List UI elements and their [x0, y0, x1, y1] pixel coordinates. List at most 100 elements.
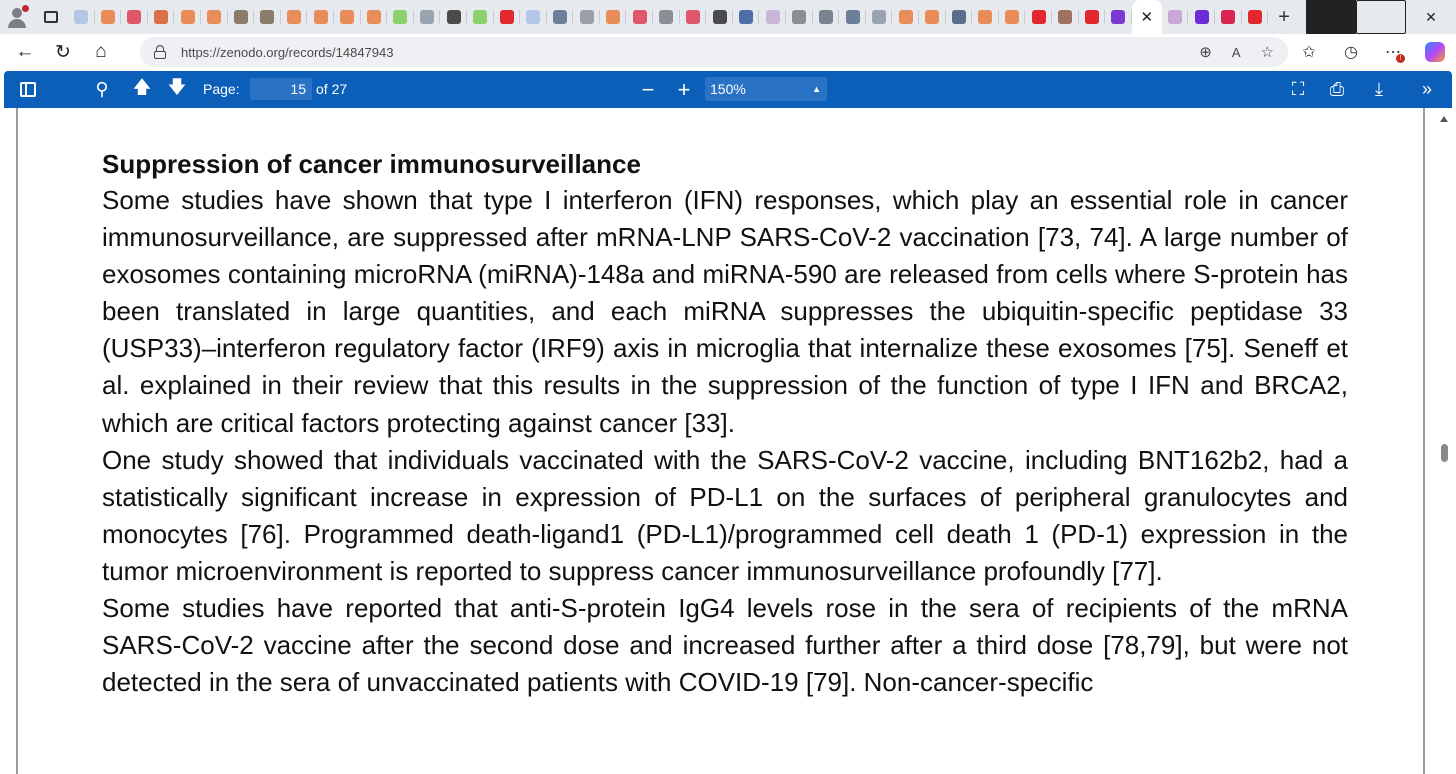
browser-tab[interactable] [1025, 0, 1052, 34]
tab-favicon-icon [100, 10, 115, 24]
browser-tab[interactable] [759, 0, 786, 34]
browser-tab[interactable] [1105, 0, 1132, 34]
browser-tab[interactable] [919, 0, 946, 34]
browser-tab[interactable] [600, 0, 627, 34]
scroll-up-icon[interactable] [1440, 116, 1448, 122]
home-button[interactable]: ⌂ [82, 34, 120, 70]
browser-tab[interactable] [254, 0, 281, 34]
browser-tab[interactable] [174, 0, 201, 34]
tab-favicon-icon [127, 10, 142, 24]
pdf-toolbar: ⚲ 🡅 🡇 Page: 15 of 27 − + 150% ▲ ⛶ ⎙ ⤓ » [4, 71, 1452, 108]
tab-strip: ✕ + ✕ [0, 0, 1456, 34]
tab-favicon-icon [393, 10, 408, 24]
browser-tab[interactable] [786, 0, 813, 34]
page-border-right [1423, 108, 1425, 774]
browser-tab[interactable] [1052, 0, 1079, 34]
browser-tab[interactable] [839, 0, 866, 34]
browser-tab[interactable] [281, 0, 308, 34]
browser-tab[interactable] [228, 0, 255, 34]
browser-tab[interactable] [547, 0, 574, 34]
presentation-mode-icon[interactable]: ⛶ [1287, 71, 1309, 108]
browser-tab[interactable] [946, 0, 973, 34]
lock-icon[interactable] [154, 45, 166, 59]
copilot-icon[interactable] [1414, 34, 1456, 70]
zoom-select[interactable]: 150% ▲ [705, 77, 827, 101]
browser-tab[interactable] [387, 0, 414, 34]
restore-button[interactable] [1356, 0, 1406, 34]
tab-favicon-icon [366, 10, 381, 24]
browser-tab[interactable] [414, 0, 441, 34]
address-bar[interactable]: https://zenodo.org/records/14847943 ⊕ A … [140, 37, 1288, 67]
tools-menu-icon[interactable]: » [1416, 71, 1438, 108]
pdf-viewport[interactable]: Suppression of cancer immunosurveillance… [4, 108, 1452, 774]
tab-favicon-icon [712, 10, 727, 24]
tab-favicon-icon [898, 10, 913, 24]
next-page-icon[interactable]: 🡇 [167, 71, 187, 108]
tab-favicon-icon [473, 10, 488, 24]
browser-tab[interactable] [1215, 0, 1242, 34]
browser-tab[interactable] [467, 0, 494, 34]
browser-tab[interactable] [653, 0, 680, 34]
browser-tab[interactable] [680, 0, 707, 34]
new-tab-button[interactable]: + [1268, 0, 1300, 34]
browser-tab[interactable] [1188, 0, 1215, 34]
search-icon[interactable]: ⚲ [92, 71, 112, 108]
zoom-in-icon[interactable]: + [674, 71, 694, 108]
browser-tab[interactable] [148, 0, 175, 34]
browser-tab[interactable] [121, 0, 148, 34]
browser-tab[interactable] [95, 0, 122, 34]
browser-tab[interactable] [626, 0, 653, 34]
address-bar-actions: ⊕ A ☆ [1199, 37, 1274, 67]
browser-tab[interactable] [999, 0, 1026, 34]
browser-tab[interactable] [972, 0, 999, 34]
back-button[interactable]: ← [6, 34, 44, 70]
minimize-button[interactable] [1306, 0, 1356, 34]
browser-tab[interactable] [520, 0, 547, 34]
more-menu-icon[interactable]: ⋯! [1372, 34, 1414, 70]
zoom-out-icon[interactable]: − [638, 71, 658, 108]
active-tab[interactable]: ✕ [1131, 0, 1162, 34]
browser-tab[interactable] [1079, 0, 1106, 34]
browser-tab[interactable] [361, 0, 388, 34]
close-window-button[interactable]: ✕ [1406, 0, 1456, 34]
page-number-input[interactable]: 15 [250, 78, 312, 100]
tab-favicon-icon [1221, 10, 1236, 24]
navigation-bar: ← ↻ ⌂ https://zenodo.org/records/1484794… [0, 34, 1456, 70]
refresh-button[interactable]: ↻ [44, 34, 82, 70]
print-icon[interactable]: ⎙ [1326, 71, 1348, 108]
browser-tab[interactable] [706, 0, 733, 34]
browser-tab[interactable] [866, 0, 893, 34]
previous-page-icon[interactable]: 🡅 [132, 71, 152, 108]
history-icon[interactable]: ◷ [1330, 34, 1372, 70]
browser-tab[interactable] [440, 0, 467, 34]
read-aloud-icon[interactable]: A [1232, 45, 1241, 60]
scrollbar-thumb[interactable] [1441, 444, 1448, 462]
section-heading: Suppression of cancer immunosurveillance [102, 149, 641, 179]
browser-tab[interactable] [334, 0, 361, 34]
tab-favicon-icon [74, 10, 89, 24]
profile-avatar-icon[interactable] [0, 0, 34, 34]
browser-tab[interactable] [813, 0, 840, 34]
tab-favicon-icon [526, 10, 541, 24]
toggle-sidebar-icon[interactable] [18, 71, 38, 108]
tab-favicon-icon [552, 10, 567, 24]
zoom-icon[interactable]: ⊕ [1199, 43, 1212, 61]
vertical-scrollbar[interactable] [1436, 108, 1452, 774]
browser-tab[interactable] [1242, 0, 1269, 34]
download-icon[interactable]: ⤓ [1368, 71, 1390, 108]
browser-tab[interactable] [307, 0, 334, 34]
browser-tab[interactable] [892, 0, 919, 34]
browser-tab[interactable] [1162, 0, 1189, 34]
tab-favicon-icon [499, 10, 514, 24]
url-text[interactable]: https://zenodo.org/records/14847943 [181, 45, 393, 60]
browser-tab[interactable] [733, 0, 760, 34]
tab-actions-icon[interactable] [34, 0, 68, 34]
favorites-icon[interactable]: ✩ [1288, 34, 1330, 70]
close-tab-icon[interactable]: ✕ [1140, 8, 1153, 26]
browser-tab[interactable] [201, 0, 228, 34]
favorite-star-icon[interactable]: ☆ [1261, 43, 1274, 61]
browser-tab[interactable] [494, 0, 521, 34]
page-label: Page: [203, 81, 240, 97]
browser-tab[interactable] [68, 0, 95, 34]
browser-tab[interactable] [573, 0, 600, 34]
